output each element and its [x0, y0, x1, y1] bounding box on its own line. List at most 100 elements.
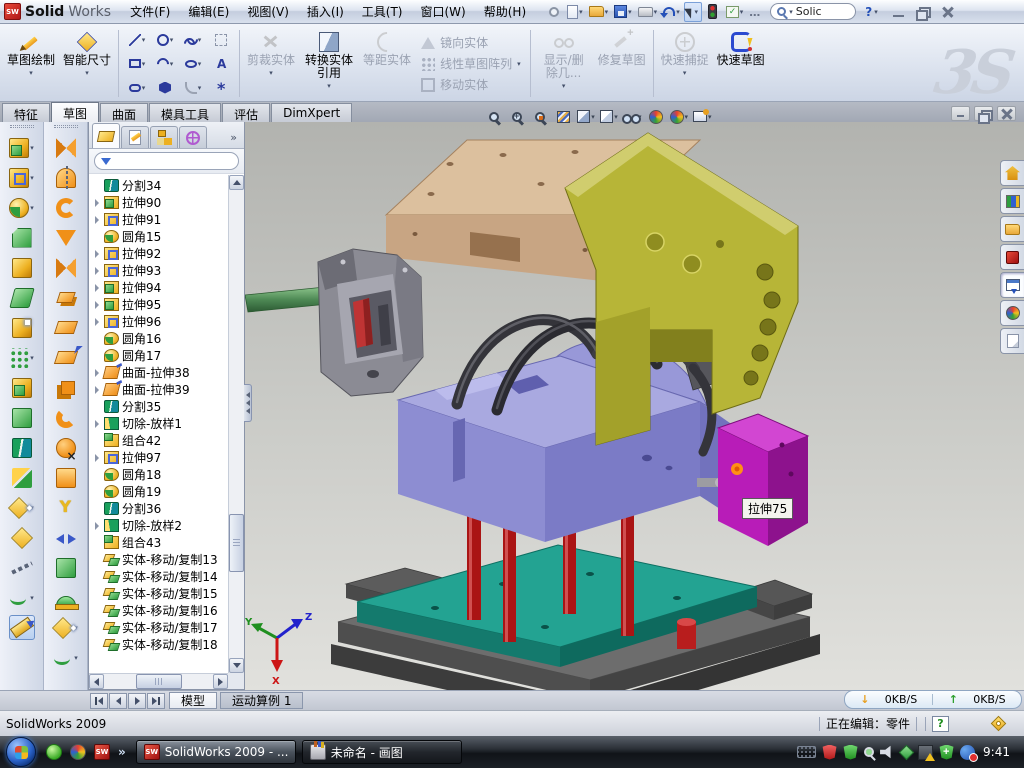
point-button[interactable]	[207, 76, 235, 100]
section-view-button[interactable]	[552, 105, 574, 128]
doc-minimize-button[interactable]	[951, 106, 970, 121]
taskbar-clock[interactable]: 9:41	[983, 745, 1010, 759]
document-tab[interactable]: 运动算例 1	[220, 692, 303, 709]
rapid-sketch-button[interactable]: 快速草图	[714, 27, 768, 100]
freeform-button[interactable]	[56, 135, 76, 160]
expander-icon[interactable]	[92, 301, 101, 309]
volume-icon[interactable]	[880, 745, 895, 760]
spline-button[interactable]: ▾	[179, 28, 207, 52]
zoom-area-button[interactable]	[506, 105, 528, 128]
move-body-button[interactable]	[12, 405, 32, 430]
custom-properties-tab-tab[interactable]	[1000, 328, 1024, 354]
rectangle-button[interactable]: ▾	[123, 52, 151, 76]
tree-item[interactable]: 实体-移动/复制14	[92, 568, 228, 585]
ellipse-button[interactable]: ▾	[179, 52, 207, 76]
expander-icon[interactable]	[92, 386, 101, 394]
boundary-surface-button[interactable]	[56, 255, 76, 280]
replace-face-button[interactable]	[56, 465, 76, 490]
instant3d-button[interactable]	[9, 615, 35, 640]
reference-geometry-button[interactable]: ▾	[9, 495, 34, 520]
curves-button[interactable]: ▾	[9, 585, 34, 610]
home-tab-tab[interactable]	[1000, 160, 1024, 186]
messenger-status-icon[interactable]	[960, 745, 975, 760]
draft-button[interactable]	[12, 285, 32, 310]
dimxpertmanager-tab-tab[interactable]	[179, 126, 207, 148]
tree-item[interactable]: 分割34	[92, 177, 228, 194]
design-library-tab-tab[interactable]	[1000, 188, 1024, 214]
expander-icon[interactable]	[92, 250, 101, 258]
revolved-surface-button[interactable]	[56, 165, 76, 190]
scroll-down-button[interactable]	[229, 658, 244, 673]
slot-button[interactable]: ▾	[123, 76, 151, 100]
line-button[interactable]: ▾	[123, 28, 151, 52]
appearances-tab-tab[interactable]	[1000, 300, 1024, 326]
expander-icon[interactable]	[92, 420, 101, 428]
propertymanager-tab-tab[interactable]	[121, 126, 149, 148]
apply-scene-button[interactable]: ▾	[668, 105, 691, 128]
tree-item[interactable]: 拉伸91	[92, 211, 228, 228]
panel-overflow-button[interactable]: »	[230, 131, 241, 148]
knit-surface-button[interactable]	[57, 375, 75, 400]
extruded-boss-button[interactable]: ▾	[9, 135, 34, 160]
network-warning-icon[interactable]	[918, 745, 933, 760]
security-shield-icon[interactable]	[843, 745, 858, 760]
document-tab[interactable]: 模型	[169, 692, 217, 709]
tree-vertical-scrollbar[interactable]	[228, 175, 244, 673]
panel-collapse-button[interactable]	[244, 384, 252, 422]
core-button[interactable]	[56, 555, 76, 580]
trim-entities-button[interactable]: 剪裁实体▾	[244, 27, 298, 100]
lofted-surface-button[interactable]	[56, 225, 76, 250]
tree-item[interactable]: 组合43	[92, 534, 228, 551]
expander-icon[interactable]	[92, 199, 101, 207]
tag-icon[interactable]	[991, 716, 1007, 732]
new-document-button[interactable]: ▾	[565, 2, 585, 22]
tree-item[interactable]: 拉伸96	[92, 313, 228, 330]
tree-item[interactable]: 拉伸92	[92, 245, 228, 262]
last-frame-button[interactable]	[147, 693, 165, 709]
minimize-button[interactable]	[888, 4, 909, 20]
hide-show-items-button[interactable]: ▾	[621, 105, 644, 128]
toolbar-grip[interactable]	[54, 125, 78, 128]
sketch-button[interactable]: 草图绘制▾	[4, 27, 58, 100]
tree-item[interactable]: 切除-放样2	[92, 517, 228, 534]
menu-item[interactable]: 窗口(W)	[412, 0, 475, 24]
menu-item[interactable]: 帮助(H)	[475, 0, 535, 24]
menu-item[interactable]: 工具(T)	[353, 0, 412, 24]
tree-item[interactable]: 实体-移动/复制15	[92, 585, 228, 602]
zoom-selection-button[interactable]	[529, 105, 551, 128]
tree-item[interactable]: 圆角18	[92, 466, 228, 483]
tree-item[interactable]: 曲面-拉伸39	[92, 381, 228, 398]
rib-button[interactable]	[12, 255, 32, 280]
tree-item[interactable]: 切除-放样1	[92, 415, 228, 432]
command-tab[interactable]: DimXpert	[271, 103, 352, 122]
input-keyboard-icon[interactable]	[797, 746, 816, 758]
launch-media-icon[interactable]	[70, 744, 86, 760]
display-style-button[interactable]: ▾	[598, 105, 620, 128]
delete-face-button[interactable]	[56, 435, 76, 460]
menu-item[interactable]: 文件(F)	[121, 0, 179, 24]
tree-filter-input[interactable]	[94, 152, 239, 170]
open-button[interactable]: ▾	[587, 2, 611, 22]
repair-sketch-button[interactable]: 修复草图	[595, 27, 649, 100]
next-frame-button[interactable]	[128, 693, 146, 709]
parting-line-button[interactable]	[56, 495, 76, 520]
search-input[interactable]: ▾ Solic	[770, 3, 856, 20]
command-tab[interactable]: 模具工具	[149, 103, 221, 122]
display-delete-relations-button[interactable]: 显示/删除几...▾	[535, 27, 593, 100]
reference-geometry-button[interactable]: ▾	[53, 615, 78, 640]
tree-item[interactable]: 实体-移动/复制17	[92, 619, 228, 636]
tray-search-icon[interactable]	[864, 747, 874, 757]
command-tab[interactable]: 评估	[222, 103, 270, 122]
launch-messenger-icon[interactable]	[46, 744, 62, 760]
launch-solidworks-icon[interactable]: SW	[94, 744, 110, 760]
tree-item[interactable]: 拉伸93	[92, 262, 228, 279]
customize-button[interactable]	[747, 2, 765, 22]
undo-button[interactable]: ▾	[661, 2, 682, 22]
scroll-up-button[interactable]	[229, 175, 244, 190]
planar-surface-button[interactable]	[56, 315, 76, 340]
sketch-text-button[interactable]	[207, 52, 235, 76]
expander-icon[interactable]	[92, 454, 101, 462]
polygon-button[interactable]	[151, 76, 179, 100]
plane-button[interactable]	[12, 525, 32, 550]
tree-item[interactable]: 组合42	[92, 432, 228, 449]
